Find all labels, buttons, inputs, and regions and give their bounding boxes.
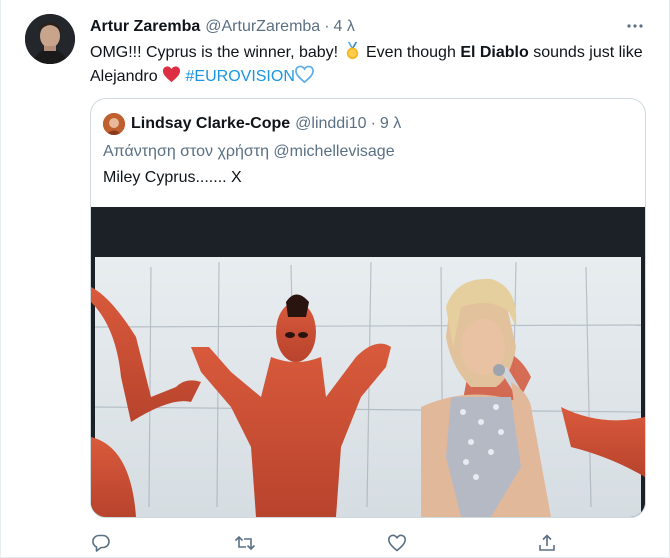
retweet-icon bbox=[234, 535, 256, 551]
hashtag-link[interactable]: #EUROVISION bbox=[186, 68, 295, 85]
tweet-card[interactable]: Artur Zaremba @ArturZaremba · 4 λ OMG!!!… bbox=[0, 0, 670, 558]
quoted-text: Miley Cyprus....... X bbox=[103, 169, 242, 186]
author-name[interactable]: Artur Zaremba bbox=[90, 18, 200, 36]
reply-icon bbox=[92, 534, 110, 552]
like-button[interactable] bbox=[386, 532, 408, 554]
tweet-header: Artur Zaremba @ArturZaremba · 4 λ bbox=[90, 16, 355, 38]
blue-heart-icon bbox=[294, 65, 314, 84]
tweet-text: OMG!!! Cyprus is the winner, baby! Even … bbox=[90, 41, 650, 89]
more-options-button[interactable] bbox=[623, 14, 647, 38]
quoted-header: Lindsay Clarke-Cope @linddi10 · 9 λ bbox=[103, 113, 401, 135]
separator-dot: · bbox=[324, 18, 330, 35]
quoted-reply-line: Απάντηση στον χρήστη @michellevisage bbox=[103, 143, 395, 160]
quoted-author-handle: @linddi10 bbox=[295, 115, 367, 132]
reply-button[interactable] bbox=[90, 532, 112, 554]
quoted-avatar bbox=[103, 113, 125, 135]
share-icon bbox=[539, 534, 555, 551]
separator-dot: · bbox=[370, 115, 376, 132]
quoted-author-name: Lindsay Clarke-Cope bbox=[131, 115, 291, 132]
share-button[interactable] bbox=[536, 532, 558, 554]
tweet-timestamp[interactable]: 4 λ bbox=[334, 18, 355, 36]
author-handle[interactable]: @ArturZaremba bbox=[205, 18, 320, 36]
tweet-text-bold: El Diablo bbox=[460, 44, 529, 61]
tweet-actions bbox=[90, 532, 560, 554]
quoted-media-image[interactable] bbox=[91, 207, 645, 517]
quoted-tweet[interactable]: Lindsay Clarke-Cope @linddi10 · 9 λ Απάν… bbox=[90, 98, 646, 518]
like-icon bbox=[387, 534, 407, 552]
retweet-button[interactable] bbox=[234, 532, 256, 554]
medal-icon bbox=[346, 41, 358, 60]
red-heart-icon bbox=[163, 66, 181, 83]
author-avatar[interactable] bbox=[25, 14, 75, 64]
tweet-text-part2: Even though bbox=[366, 44, 456, 61]
more-horizontal-icon bbox=[627, 24, 643, 28]
quoted-timestamp: 9 λ bbox=[379, 115, 402, 132]
tweet-text-part1: OMG!!! Cyprus is the winner, baby! bbox=[90, 44, 339, 61]
